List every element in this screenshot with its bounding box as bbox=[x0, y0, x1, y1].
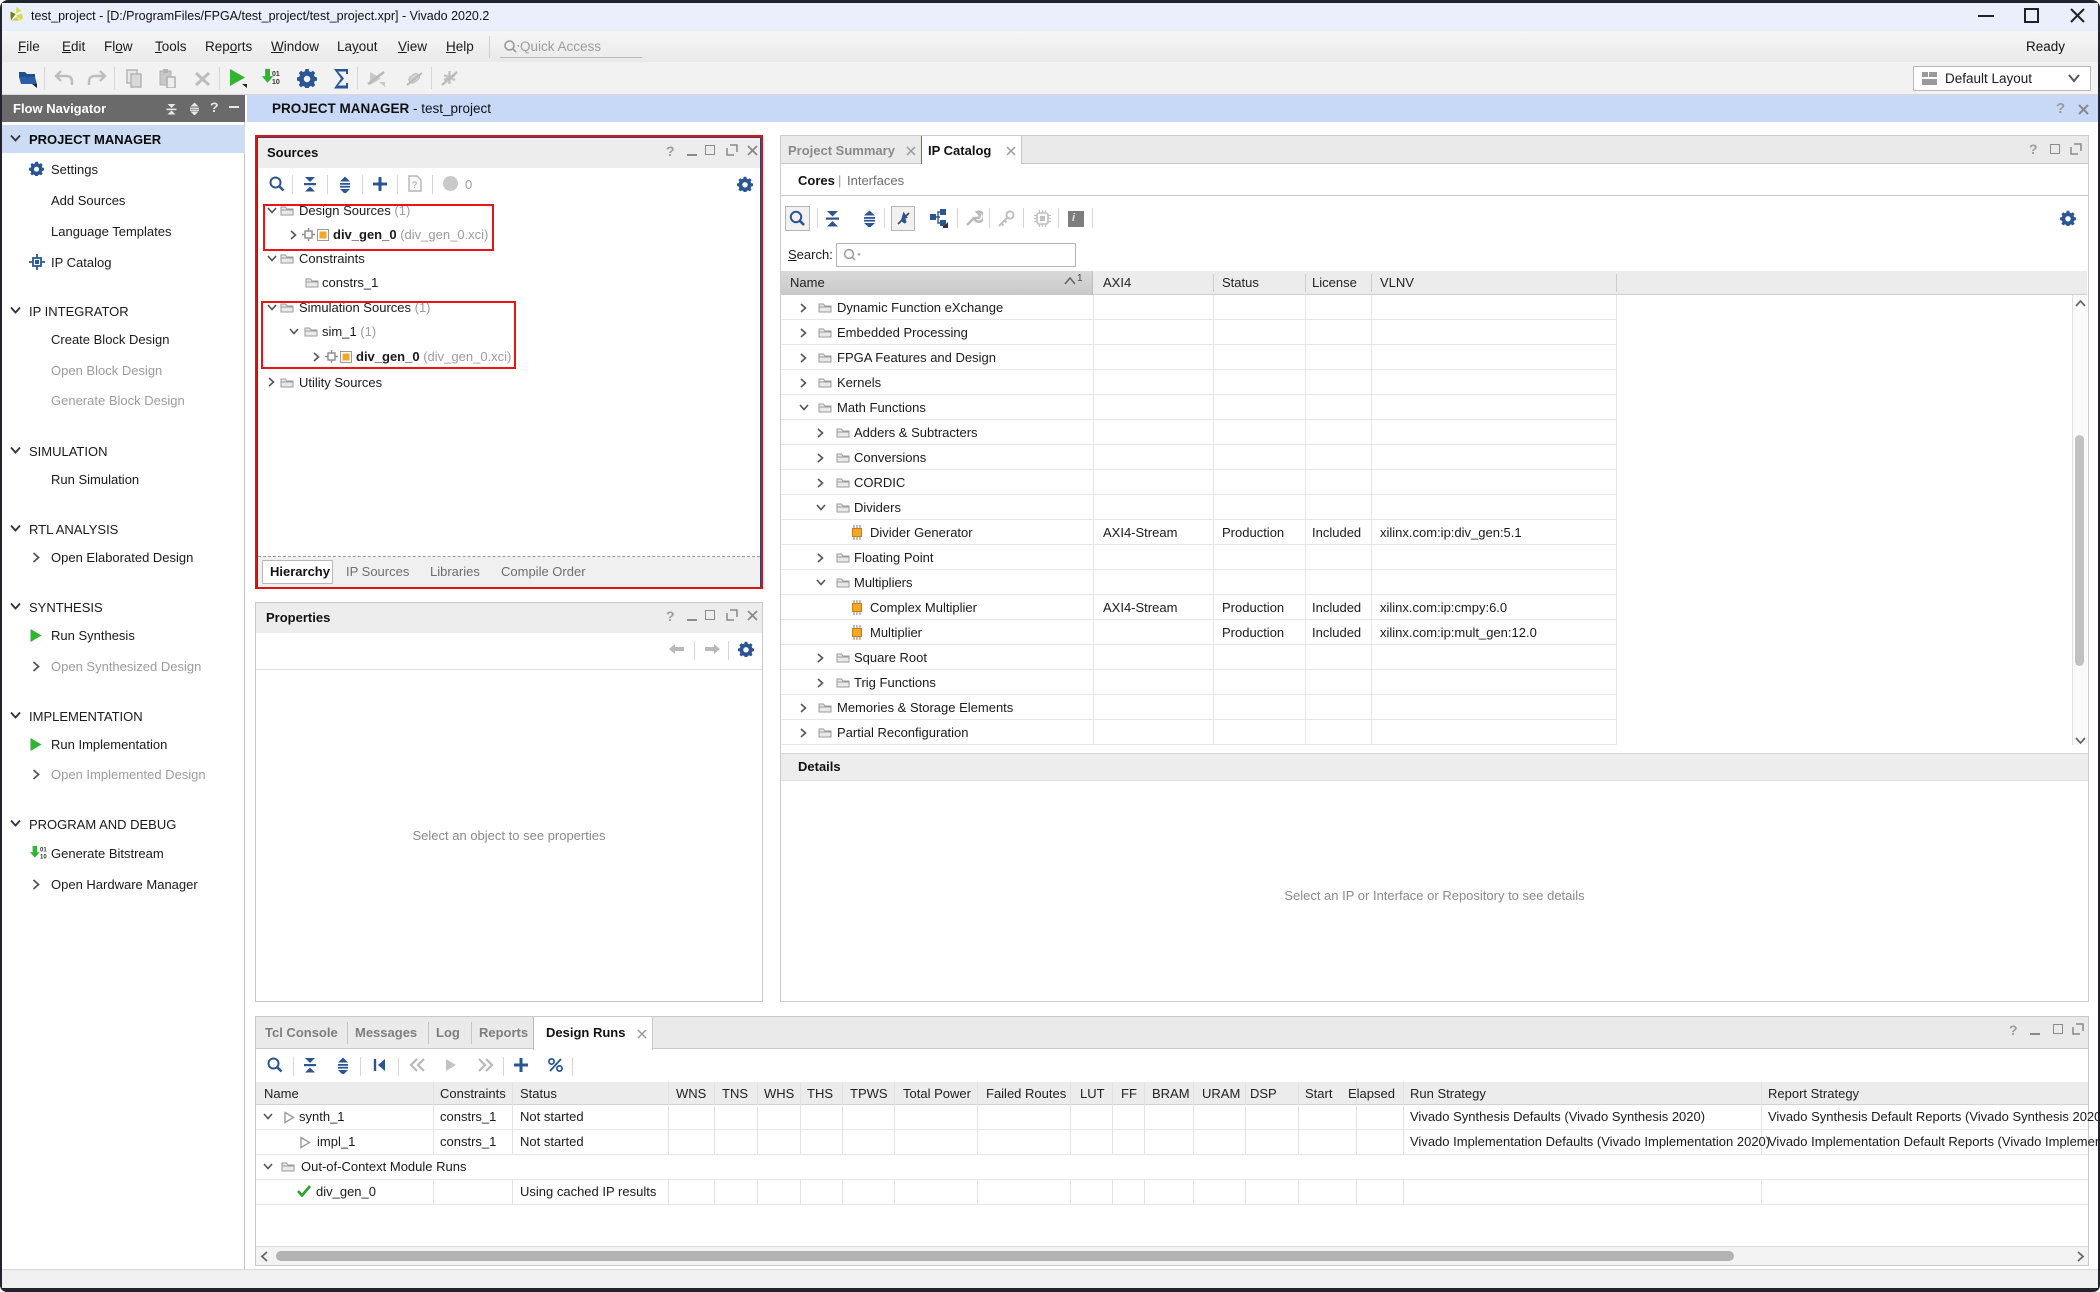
svg-text:10: 10 bbox=[272, 79, 280, 86]
svg-text:01: 01 bbox=[272, 71, 280, 78]
svg-text:01: 01 bbox=[40, 848, 47, 854]
svg-text:10: 10 bbox=[40, 855, 47, 861]
